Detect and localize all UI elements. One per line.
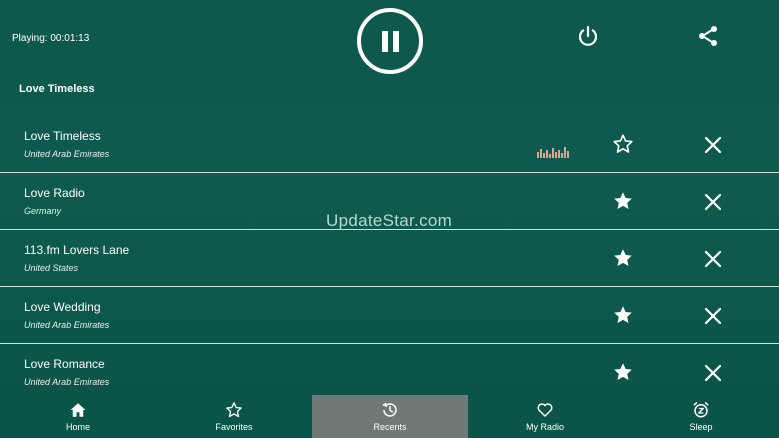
station-row[interactable]: Love Wedding United Arab Emirates <box>0 287 779 344</box>
watermark: UpdateStar.com <box>326 211 453 230</box>
home-icon <box>70 403 86 417</box>
nav-label: Recents <box>373 422 407 432</box>
nav-label: My Radio <box>525 422 564 432</box>
close-icon[interactable] <box>704 250 722 268</box>
station-country: United Arab Emirates <box>24 149 110 159</box>
bottom-navigation: Home Favorites Recents My Radio Sleep <box>0 395 779 438</box>
nav-home[interactable]: Home <box>0 395 156 438</box>
history-icon <box>382 402 397 417</box>
nav-favorites[interactable]: Favorites <box>156 395 312 438</box>
star-filled-icon[interactable] <box>612 247 634 269</box>
station-row[interactable]: Love Romance United Arab Emirates <box>0 344 779 401</box>
power-icon[interactable] <box>576 24 600 48</box>
star-outline-icon[interactable] <box>612 133 634 155</box>
share-icon[interactable] <box>696 24 720 48</box>
nav-label: Home <box>65 422 90 432</box>
close-icon[interactable] <box>704 193 722 211</box>
station-name: Love Timeless <box>24 129 101 143</box>
equalizer-icon <box>537 147 569 158</box>
close-icon[interactable] <box>704 307 722 325</box>
heart-icon <box>537 403 553 417</box>
nav-label: Sleep <box>689 422 713 432</box>
station-country: Germany <box>24 206 62 216</box>
station-row[interactable]: 113.fm Lovers Lane United States <box>0 230 779 287</box>
star-icon <box>226 402 242 418</box>
top-bar: Playing: 00:01:13 Love Timeless <box>0 0 779 110</box>
nav-my-radio[interactable]: My Radio <box>467 395 623 438</box>
star-filled-icon[interactable] <box>612 304 634 326</box>
now-playing-title: Love Timeless <box>19 83 95 95</box>
playing-timer: Playing: 00:01:13 <box>12 33 90 44</box>
star-filled-icon[interactable] <box>612 361 634 383</box>
alarm-icon <box>693 402 709 418</box>
nav-sleep[interactable]: Sleep <box>623 395 779 438</box>
pause-icon <box>382 31 388 52</box>
star-filled-icon[interactable] <box>612 190 634 212</box>
station-name: Love Radio <box>24 186 85 200</box>
pause-button[interactable] <box>357 8 423 74</box>
close-icon[interactable] <box>704 364 722 382</box>
station-name: 113.fm Lovers Lane <box>24 243 130 257</box>
station-name: Love Romance <box>24 357 105 371</box>
station-row[interactable]: Love Timeless United Arab Emirates <box>0 116 779 173</box>
close-icon[interactable] <box>704 136 722 154</box>
station-country: United Arab Emirates <box>24 377 110 387</box>
station-country: United States <box>24 263 79 273</box>
station-country: United Arab Emirates <box>24 320 110 330</box>
station-name: Love Wedding <box>24 300 101 314</box>
nav-label: Favorites <box>215 422 253 432</box>
nav-recents[interactable]: Recents <box>312 395 468 438</box>
pause-icon-bar <box>393 31 399 52</box>
